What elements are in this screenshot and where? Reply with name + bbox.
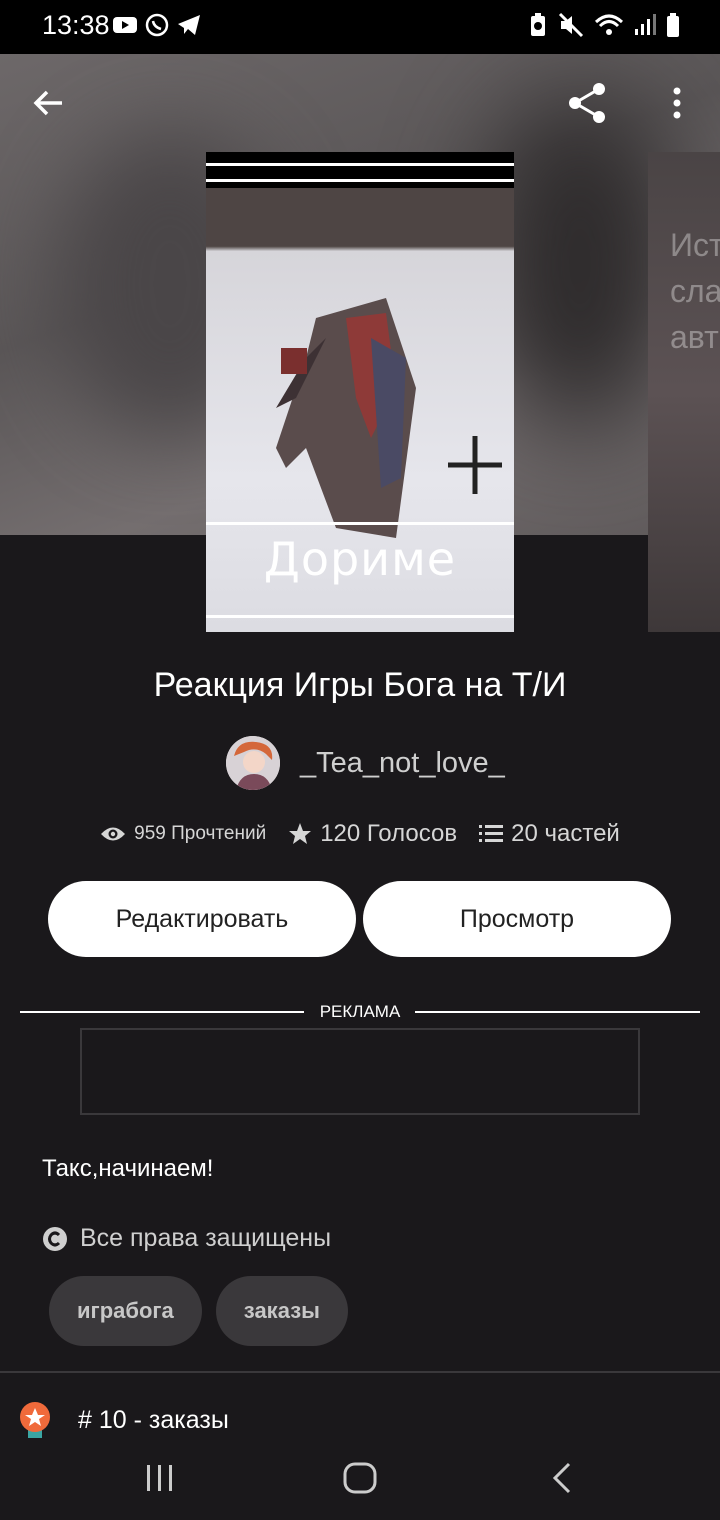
recent-apps-icon (147, 1465, 172, 1491)
copyright-notice: Все права защищены (42, 1224, 331, 1253)
signal-icon (635, 14, 656, 35)
copyright-icon (43, 1226, 67, 1251)
home-icon (343, 1462, 377, 1494)
battery-saver-icon (531, 13, 545, 36)
eye-icon (101, 827, 126, 841)
reads-count: 959 Прочтений (134, 823, 267, 844)
story-title: Реакция Игры Бога на Т/И (153, 666, 567, 704)
system-nav-bar (0, 1440, 720, 1520)
parts-count: 20 частей (511, 820, 620, 847)
tag-chip[interactable]: заказы (215, 1276, 348, 1346)
wifi-icon (594, 14, 624, 35)
tag-list: играбога заказы (49, 1276, 348, 1346)
next-story-cover[interactable]: Ист сла авт (648, 152, 720, 632)
mute-icon (558, 12, 584, 38)
ranking-badge-icon (20, 1402, 50, 1438)
home-button[interactable] (330, 1456, 390, 1500)
edit-button[interactable]: Редактировать (48, 881, 356, 957)
plus-mark (448, 436, 502, 494)
telegram-icon (178, 15, 200, 35)
more-vert-icon (673, 87, 681, 119)
cover-character-figure (276, 298, 416, 538)
divider (0, 1371, 720, 1373)
status-time: 13:38 (42, 10, 110, 40)
tag-chip[interactable]: играбога (49, 1276, 202, 1346)
votes-stat: 120 Голосов (288, 820, 457, 848)
story-description: Такс,начинаем! (42, 1155, 214, 1182)
share-icon (569, 83, 605, 123)
author-link[interactable]: _Tea_not_love_ (226, 736, 505, 790)
author-name: _Tea_not_love_ (300, 746, 505, 779)
recent-apps-button[interactable] (130, 1456, 190, 1500)
status-bar: 13:38 (0, 0, 720, 54)
youtube-icon (113, 17, 137, 33)
list-icon (479, 825, 504, 842)
share-button[interactable] (562, 78, 612, 128)
back-arrow-icon (33, 90, 62, 116)
reads-stat: 959 Прочтений (100, 823, 266, 845)
back-button[interactable] (24, 78, 74, 128)
ranking-text: # 10 - заказы (78, 1405, 229, 1434)
system-back-button[interactable] (532, 1456, 592, 1500)
view-button[interactable]: Просмотр (363, 881, 671, 957)
system-back-icon (552, 1462, 571, 1494)
battery-icon (667, 13, 679, 37)
star-icon (289, 823, 312, 844)
more-options-button[interactable] (652, 78, 702, 128)
ad-slot[interactable] (80, 1028, 640, 1115)
ad-divider: РЕКЛАМА (20, 1002, 700, 1022)
next-cover-text: Ист сла авт (670, 227, 720, 355)
ranking-row[interactable]: # 10 - заказы (18, 1400, 229, 1440)
cover-title: Дориме (263, 532, 457, 586)
votes-count: 120 Голосов (320, 820, 458, 847)
copyright-text: Все права защищены (80, 1224, 332, 1252)
story-cover[interactable]: Дориме (206, 152, 514, 632)
whatsapp-icon (145, 13, 169, 37)
story-stats: 959 Прочтений 120 Голосов 20 частей (0, 820, 720, 848)
parts-stat: 20 частей (479, 820, 620, 848)
avatar (226, 736, 280, 790)
